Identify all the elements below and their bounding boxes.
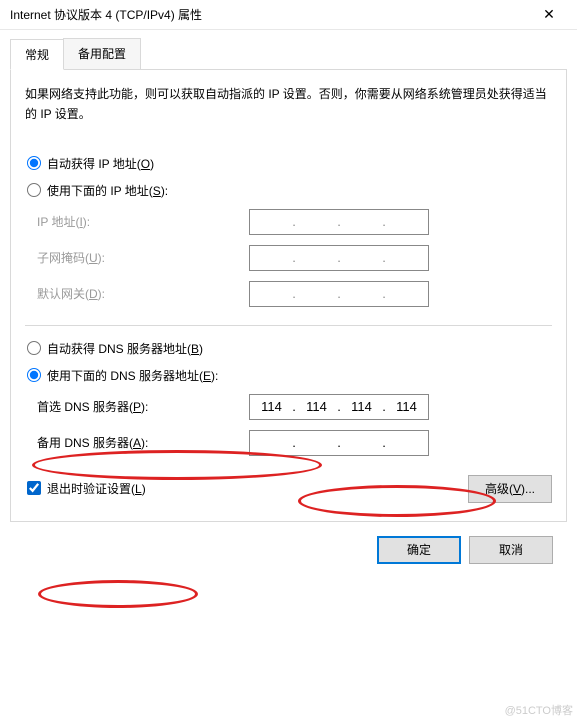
radio-ip-auto[interactable] — [27, 156, 41, 170]
gateway-label: 默认网关(D): — [29, 285, 249, 302]
radio-ip-manual[interactable] — [27, 183, 41, 197]
subnet-mask-input: ... — [249, 245, 429, 271]
tab-alternate[interactable]: 备用配置 — [63, 38, 141, 69]
radio-ip-auto-label: 自动获得 IP 地址(O) — [47, 155, 154, 172]
cancel-button[interactable]: 取消 — [469, 536, 553, 564]
radio-dns-manual-label: 使用下面的 DNS 服务器地址(E): — [47, 367, 218, 384]
validate-label: 退出时验证设置(L) — [47, 480, 146, 497]
radio-ip-manual-label: 使用下面的 IP 地址(S): — [47, 182, 168, 199]
tab-general[interactable]: 常规 — [10, 39, 64, 70]
close-icon: ✕ — [543, 6, 555, 23]
ip-address-label: IP 地址(I): — [29, 213, 249, 230]
preferred-dns-label: 首选 DNS 服务器(P): — [29, 398, 249, 415]
alternate-dns-input[interactable]: . . . — [249, 430, 429, 456]
alternate-dns-label: 备用 DNS 服务器(A): — [29, 434, 249, 451]
watermark: @51CTO博客 — [505, 702, 573, 718]
validate-checkbox[interactable] — [27, 481, 41, 495]
radio-dns-auto-label: 自动获得 DNS 服务器地址(B) — [47, 340, 203, 357]
radio-dns-auto[interactable] — [27, 341, 41, 355]
radio-dns-manual-row[interactable]: 使用下面的 DNS 服务器地址(E): — [25, 367, 552, 384]
intro-text: 如果网络支持此功能，则可以获取自动指派的 IP 设置。否则，你需要从网络系统管理… — [25, 84, 552, 125]
annotation-ellipse — [38, 580, 198, 608]
radio-dns-manual[interactable] — [27, 368, 41, 382]
preferred-dns-input[interactable]: 114. 114. 114. 114 — [249, 394, 429, 420]
close-button[interactable]: ✕ — [529, 1, 569, 29]
advanced-button[interactable]: 高级(V)... — [468, 475, 552, 503]
ip-fields: IP 地址(I): ... 子网掩码(U): ... 默认网关(D): — [29, 209, 552, 307]
dns-fields: 首选 DNS 服务器(P): 114. 114. 114. 114 备用 DNS… — [29, 394, 552, 456]
subnet-mask-label: 子网掩码(U): — [29, 249, 249, 266]
ok-button[interactable]: 确定 — [377, 536, 461, 564]
dialog-body: 常规 备用配置 如果网络支持此功能，则可以获取自动指派的 IP 设置。否则，你需… — [0, 30, 577, 584]
radio-dns-auto-row[interactable]: 自动获得 DNS 服务器地址(B) — [25, 340, 552, 357]
ip-address-input: ... — [249, 209, 429, 235]
window-title: Internet 协议版本 4 (TCP/IPv4) 属性 — [10, 6, 529, 23]
group-divider — [25, 325, 552, 326]
tab-panel-general: 如果网络支持此功能，则可以获取自动指派的 IP 设置。否则，你需要从网络系统管理… — [10, 70, 567, 522]
radio-ip-manual-row[interactable]: 使用下面的 IP 地址(S): — [25, 182, 552, 199]
radio-ip-auto-row[interactable]: 自动获得 IP 地址(O) — [25, 155, 552, 172]
dialog-footer: 确定 取消 — [10, 522, 567, 574]
tab-bar: 常规 备用配置 — [10, 38, 567, 70]
titlebar: Internet 协议版本 4 (TCP/IPv4) 属性 ✕ — [0, 0, 577, 30]
gateway-input: ... — [249, 281, 429, 307]
